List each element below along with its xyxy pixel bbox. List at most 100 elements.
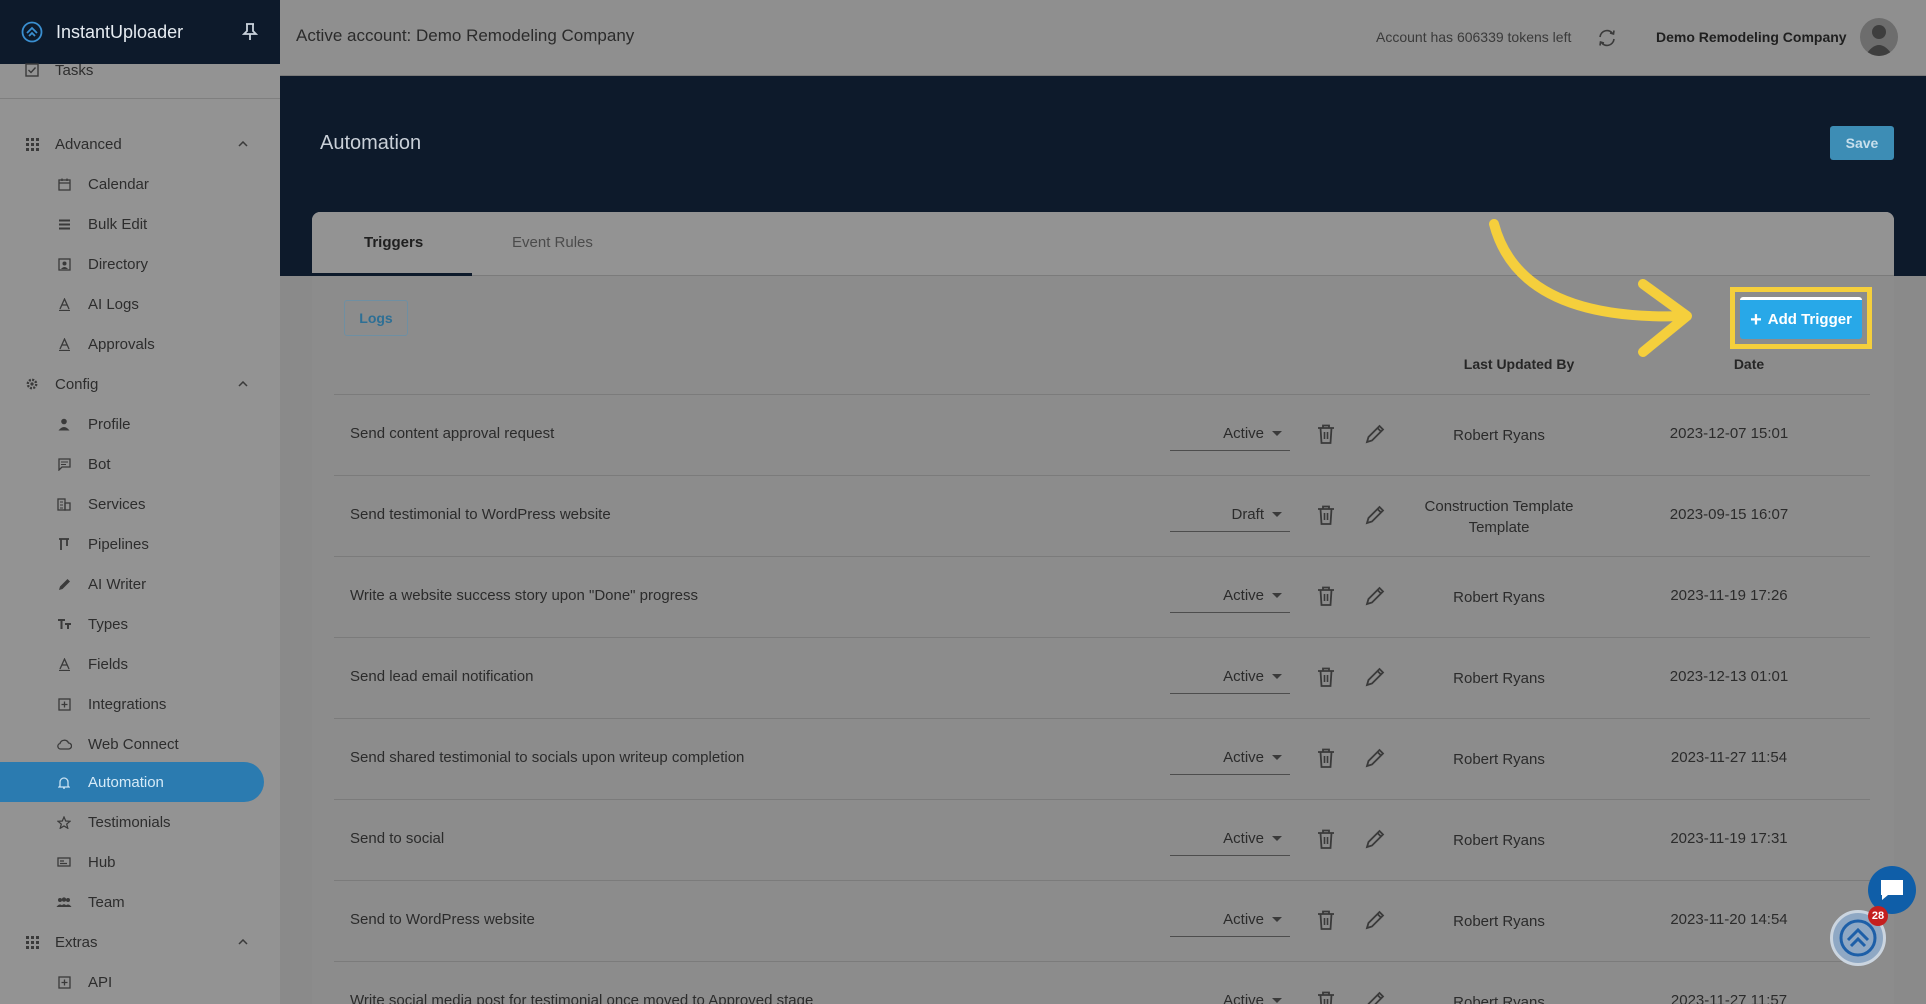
sidebar-item-tasks[interactable]: Tasks (0, 50, 264, 90)
tab-triggers[interactable]: Triggers (364, 234, 423, 251)
sidebar-item-testimonials[interactable]: Testimonials (0, 802, 264, 842)
delete-icon[interactable] (1316, 828, 1336, 850)
tab-event-rules[interactable]: Event Rules (512, 234, 593, 251)
caret-down-icon (1272, 431, 1282, 436)
sidebar-item-integrations[interactable]: Integrations (0, 684, 264, 724)
last-updated-by: Construction Template Template (1424, 497, 1574, 536)
sidebar-item-label: AI Writer (88, 575, 147, 593)
trigger-name[interactable]: Send lead email notification (350, 668, 533, 685)
chevron-up-icon (236, 137, 250, 151)
trigger-name[interactable]: Write social media post for testimonial … (350, 992, 813, 1004)
trigger-name[interactable]: Send to social (350, 830, 444, 847)
status-select[interactable]: Active (1170, 741, 1290, 775)
sidebar-section-config[interactable]: Config (0, 364, 264, 404)
edit-icon[interactable] (1364, 747, 1386, 769)
logs-button[interactable]: Logs (344, 300, 408, 336)
sidebar-item-bulk-edit[interactable]: Bulk Edit (0, 204, 264, 244)
edit-icon[interactable] (1364, 828, 1386, 850)
delete-icon[interactable] (1316, 423, 1336, 445)
sidebar-item-bot[interactable]: Bot (0, 444, 264, 484)
sidebar-item-types[interactable]: Types (0, 604, 264, 644)
sidebar-item-label: Testimonials (88, 813, 171, 831)
status-select[interactable]: Active (1170, 579, 1290, 613)
trigger-name[interactable]: Write a website success story upon "Done… (350, 587, 698, 604)
checkbox-icon (24, 62, 40, 78)
trigger-name[interactable]: Send content approval request (350, 425, 554, 442)
sidebar-item-calendar[interactable]: Calendar (0, 164, 264, 204)
delete-icon[interactable] (1316, 504, 1336, 526)
sidebar-item-web-connect[interactable]: Web Connect (0, 724, 264, 764)
sidebar-item-services[interactable]: Services (0, 484, 264, 524)
status-select[interactable]: Draft (1170, 498, 1290, 532)
sidebar-item-hub[interactable]: Hub (0, 842, 264, 882)
save-button[interactable]: Save (1830, 126, 1894, 160)
last-updated-by: Robert Ryans (1453, 751, 1545, 768)
delete-icon[interactable] (1316, 666, 1336, 688)
updated-date: 2023-11-27 11:54 (1670, 749, 1788, 766)
table-row[interactable]: Write a website success story upon "Done… (334, 556, 1870, 637)
sidebar-item-fields[interactable]: Fields (0, 644, 264, 684)
table-row[interactable]: Write social media post for testimonial … (334, 961, 1870, 1004)
table-row[interactable]: Send content approval request Active Rober… (334, 394, 1870, 475)
avatar[interactable] (1860, 18, 1898, 56)
status-value: Active (1223, 425, 1264, 442)
text-type-icon (56, 616, 72, 632)
app-logo-icon (20, 20, 44, 44)
delete-icon[interactable] (1316, 909, 1336, 931)
sidebar-item-api[interactable]: API (0, 962, 264, 1002)
last-updated-by: Robert Ryans (1453, 589, 1545, 606)
sidebar-item-label: Advanced (55, 135, 122, 153)
edit-icon[interactable] (1364, 990, 1386, 1004)
delete-icon[interactable] (1316, 990, 1336, 1004)
status-select[interactable]: Active (1170, 417, 1290, 451)
caret-down-icon (1272, 998, 1282, 1003)
status-value: Active (1223, 668, 1264, 685)
caret-down-icon (1272, 674, 1282, 679)
updated-date: 2023-11-19 17:26 (1670, 587, 1788, 604)
edit-icon[interactable] (1364, 666, 1386, 688)
sidebar-item-pipelines[interactable]: Pipelines (0, 524, 264, 564)
highlight-arrow-icon (1489, 219, 1692, 357)
account-company-name[interactable]: Demo Remodeling Company (1656, 29, 1847, 45)
status-select[interactable]: Active (1170, 822, 1290, 856)
sidebar-item-directory[interactable]: Directory (0, 244, 264, 284)
table-row[interactable]: Send to social Active Robert Ryans 2023-11-… (334, 799, 1870, 880)
table-row[interactable]: Send testimonial to WordPress website Dra… (334, 475, 1870, 556)
sidebar-section-advanced[interactable]: Advanced (0, 124, 264, 164)
refresh-icon[interactable] (1596, 27, 1618, 49)
status-select[interactable]: Active (1170, 660, 1290, 694)
delete-icon[interactable] (1316, 747, 1336, 769)
status-select[interactable]: Active (1170, 984, 1290, 1004)
sidebar-item-ai-writer[interactable]: AI Writer (0, 564, 264, 604)
status-value: Draft (1231, 506, 1264, 523)
status-value: Active (1223, 992, 1264, 1004)
updated-date: 2023-11-19 17:31 (1670, 830, 1788, 847)
table-row[interactable]: Send shared testimonial to socials upon … (334, 718, 1870, 799)
trigger-name[interactable]: Send to WordPress website (350, 911, 535, 928)
edit-icon[interactable] (1364, 423, 1386, 445)
trigger-name[interactable]: Send testimonial to WordPress website (350, 506, 611, 523)
status-select[interactable]: Active (1170, 903, 1290, 937)
sidebar-item-approvals[interactable]: Approvals (0, 324, 264, 364)
edit-icon[interactable] (1364, 909, 1386, 931)
sidebar-item-profile[interactable]: Profile (0, 404, 264, 444)
sidebar-section-extras[interactable]: Extras (0, 922, 264, 962)
sidebar-item-team[interactable]: Team (0, 882, 264, 922)
sidebar-item-automation[interactable]: Automation (0, 762, 264, 802)
delete-icon[interactable] (1316, 585, 1336, 607)
edit-icon[interactable] (1364, 585, 1386, 607)
table-row[interactable]: Send lead email notification Active Robert… (334, 637, 1870, 718)
last-updated-by: Robert Ryans (1453, 994, 1545, 1004)
sidebar-item-label: Integrations (88, 695, 167, 713)
sidebar-item-ai-logs[interactable]: AI Logs (0, 284, 264, 324)
edit-icon[interactable] (1364, 504, 1386, 526)
pin-icon[interactable] (240, 22, 260, 42)
add-trigger-button[interactable]: + Add Trigger (1740, 297, 1862, 339)
pencil-icon (56, 576, 72, 592)
tokens-remaining: Account has 606339 tokens left (1376, 29, 1572, 45)
calendar-icon (56, 176, 72, 192)
bell-icon (56, 774, 72, 790)
table-row[interactable]: Send to WordPress website Active Robert Ry… (334, 880, 1870, 961)
trigger-name[interactable]: Send shared testimonial to socials upon … (350, 749, 744, 766)
gear-icon (24, 376, 40, 392)
